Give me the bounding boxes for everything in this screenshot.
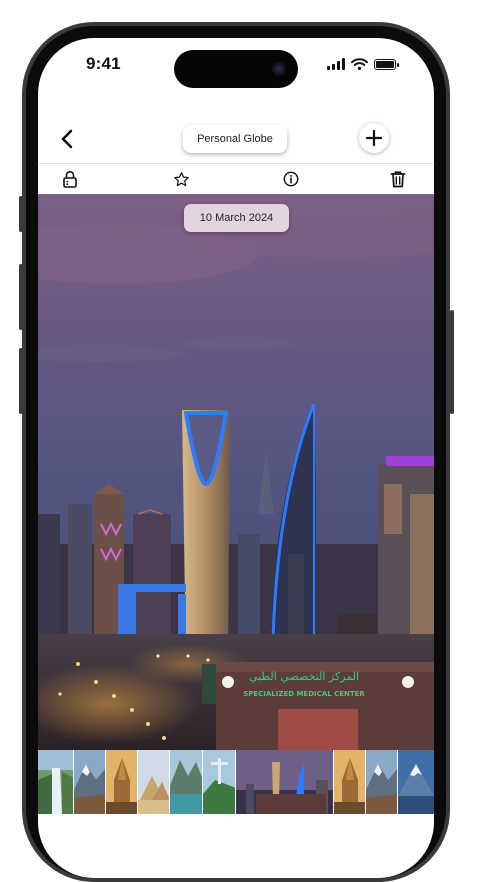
wifi-icon: [351, 58, 368, 70]
cellular-signal-icon: [327, 58, 345, 70]
info-icon: [283, 171, 299, 187]
main-photo[interactable]: المركز التخصصي الطبي SPECIALIZED MEDICAL…: [38, 194, 434, 750]
thumbnail-christ-statue[interactable]: [203, 750, 236, 814]
back-button[interactable]: [54, 126, 80, 152]
thumbnail-temple[interactable]: [106, 750, 138, 814]
dynamic-island: [174, 50, 298, 88]
english-sign-text: SPECIALIZED MEDICAL CENTER: [243, 690, 365, 698]
thumbnail-strip[interactable]: [38, 750, 434, 814]
trash-icon: [390, 171, 406, 188]
camera-icon: [272, 62, 286, 76]
album-title-button[interactable]: Personal Globe: [183, 125, 287, 153]
thumbnail-city-skyline[interactable]: [236, 750, 334, 814]
thumbnail-temple-2[interactable]: [334, 750, 366, 814]
chevron-left-icon: [61, 129, 73, 149]
status-icons: [327, 58, 399, 70]
photo-date-chip: 10 March 2024: [184, 204, 289, 232]
city-skyline-image: المركز التخصصي الطبي SPECIALIZED MEDICAL…: [38, 194, 434, 750]
favorite-button[interactable]: [171, 169, 191, 189]
thumbnail-snowy-mountain[interactable]: [74, 750, 106, 814]
add-button[interactable]: [359, 123, 389, 153]
lock-button[interactable]: [60, 169, 80, 189]
medical-center-building: المركز التخصصي الطبي SPECIALIZED MEDICAL…: [202, 662, 434, 750]
thumbnail-snowy-mountain-2[interactable]: [366, 750, 398, 814]
star-icon: [173, 171, 189, 186]
status-time: 9:41: [86, 54, 121, 73]
power-button: [450, 310, 454, 414]
thumbnail-pyramids[interactable]: [138, 750, 170, 814]
info-button[interactable]: [281, 169, 301, 189]
thumbnail-waterfall[interactable]: [38, 750, 74, 814]
arabic-sign-text: المركز التخصصي الطبي: [249, 670, 359, 683]
header-divider: [38, 163, 434, 164]
thumbnail-mountain-fuji[interactable]: [398, 750, 434, 814]
plus-icon: [366, 130, 382, 146]
thumbnail-lake-mountains[interactable]: [170, 750, 203, 814]
phone-screen: 9:41 Personal Globe المركز التخصصي الطبي…: [38, 38, 434, 878]
delete-button[interactable]: [388, 169, 408, 189]
kingdom-centre-tower: [182, 410, 230, 664]
battery-icon: [374, 58, 399, 70]
lock-icon: [63, 170, 77, 188]
